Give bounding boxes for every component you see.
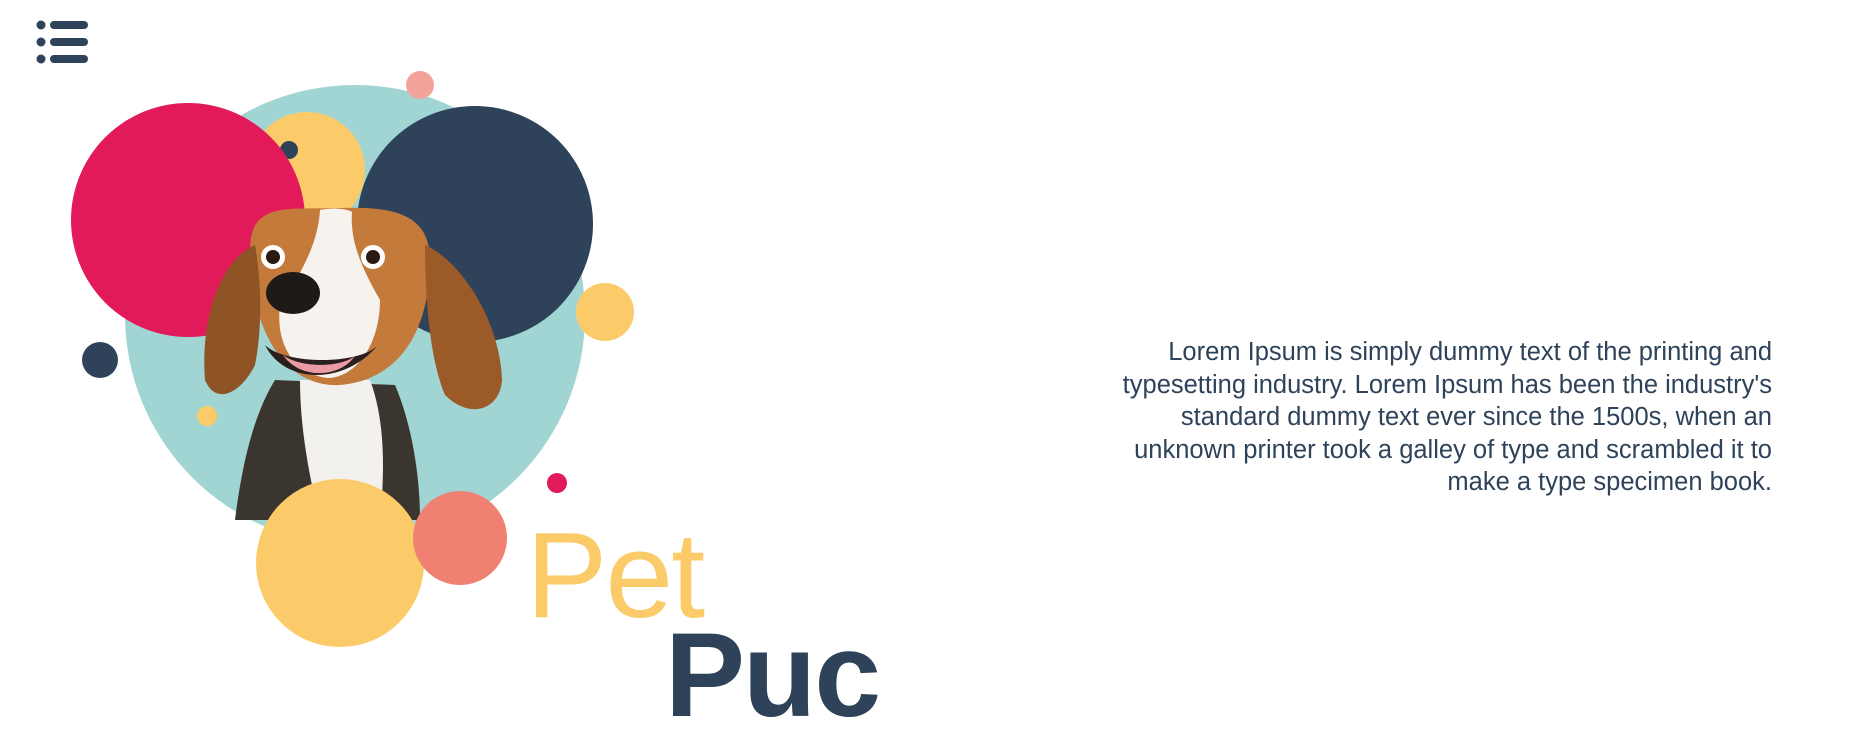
- small-coral-dot: [406, 71, 434, 99]
- yellow-dot-right: [576, 283, 634, 341]
- description-text: Lorem Ipsum is simply dummy text of the …: [1122, 338, 1772, 496]
- pink-dot-small: [547, 473, 567, 493]
- brand-illustration: Pet Puc: [0, 0, 960, 741]
- page: Pet Puc Lorem Ipsum is simply dummy text…: [0, 0, 1859, 741]
- navy-dot-left: [82, 342, 118, 378]
- yellow-circle-bottom: [256, 479, 424, 647]
- yellow-dot-small: [197, 406, 217, 426]
- brand-word-puc: Puc: [665, 608, 879, 741]
- coral-circle: [413, 491, 507, 585]
